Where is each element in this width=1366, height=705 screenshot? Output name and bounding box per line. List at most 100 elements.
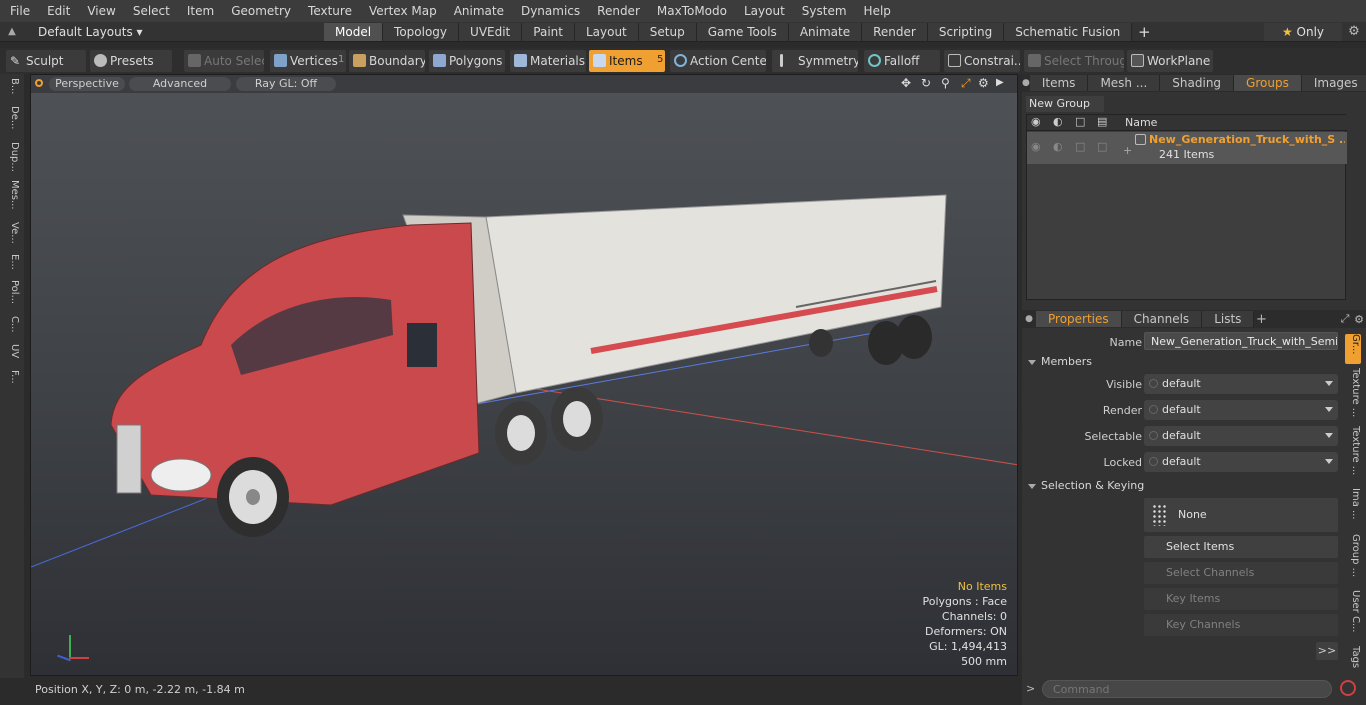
selectable-dropdown[interactable]: default xyxy=(1144,426,1338,446)
vertices-button[interactable]: Vertices xyxy=(270,50,346,72)
tab-topology[interactable]: Topology xyxy=(383,22,460,41)
gear-icon[interactable]: ⚙ xyxy=(1342,24,1366,39)
side-tab-texture-2[interactable]: Texture ... xyxy=(1345,426,1361,484)
more-button[interactable]: >> xyxy=(1316,642,1338,660)
add-properties-tab-icon[interactable]: + xyxy=(1254,312,1268,327)
side-tab-tags[interactable]: Tags xyxy=(1345,646,1361,672)
falloff-button[interactable]: Falloff xyxy=(864,50,940,72)
left-tab-polygon[interactable]: Pol... xyxy=(4,280,20,312)
properties-expand-icon[interactable]: ⤢ xyxy=(1338,312,1352,326)
name-column-header[interactable]: Name xyxy=(1125,116,1157,129)
constraints-button[interactable]: Constrai... xyxy=(944,50,1020,72)
left-tab-mesh[interactable]: Mes... xyxy=(4,180,20,218)
tab-render[interactable]: Render xyxy=(862,22,928,41)
tab-layout[interactable]: Layout xyxy=(574,22,639,41)
left-tab-edge[interactable]: E... xyxy=(4,254,20,276)
properties-menu-dot[interactable]: ● xyxy=(1022,314,1036,324)
group-lock-icon[interactable]: □ xyxy=(1097,140,1107,153)
menu-vertex-map[interactable]: Vertex Map xyxy=(359,0,444,22)
visibility-col-icon[interactable]: ◉ xyxy=(1031,115,1041,128)
tab-properties[interactable]: Properties xyxy=(1036,311,1122,327)
tab-groups[interactable]: Groups xyxy=(1234,75,1302,91)
tab-scripting[interactable]: Scripting xyxy=(927,22,1005,41)
tab-schematic-fusion[interactable]: Schematic Fusion xyxy=(1004,22,1133,41)
render-col-icon[interactable]: ◐ xyxy=(1053,115,1063,128)
expand-group-icon[interactable]: + xyxy=(1123,144,1132,157)
menu-help[interactable]: Help xyxy=(854,0,898,22)
side-tab-group[interactable]: Gr... xyxy=(1345,334,1361,364)
left-tab-duplicate[interactable]: Dup... xyxy=(4,142,20,176)
left-tab-fusion[interactable]: F... xyxy=(4,370,20,396)
layout-menu-icon[interactable]: ▲ xyxy=(0,26,24,37)
menu-maxtomodo[interactable]: MaxToModo xyxy=(647,0,734,22)
materials-button[interactable]: Materials xyxy=(510,50,586,72)
select-through-button[interactable]: Select Through xyxy=(1024,50,1124,72)
side-tab-group-2[interactable]: Group ... xyxy=(1345,534,1361,586)
3d-viewport[interactable]: Perspective Advanced Ray GL: Off ✥ ↻ ⚲ ⤢… xyxy=(30,74,1018,676)
side-tab-user-channels[interactable]: User C... xyxy=(1345,590,1361,642)
new-group-button[interactable]: New Group xyxy=(1026,96,1104,112)
default-layouts-dropdown[interactable]: Default Layouts ▾ xyxy=(24,25,324,39)
tab-channels[interactable]: Channels xyxy=(1121,311,1203,327)
group-render-icon[interactable]: ◐ xyxy=(1053,140,1063,153)
menu-animate[interactable]: Animate xyxy=(444,0,511,22)
tab-paint[interactable]: Paint xyxy=(522,22,575,41)
add-tab-icon[interactable]: + xyxy=(1132,23,1156,41)
truck-model[interactable] xyxy=(110,194,947,537)
select-channels-button[interactable]: Select Channels xyxy=(1144,562,1338,584)
left-tab-curve[interactable]: C... xyxy=(4,316,20,340)
sculpt-button[interactable]: ✎ Sculpt xyxy=(6,50,86,72)
menu-edit[interactable]: Edit xyxy=(37,0,77,22)
left-tab-deform[interactable]: De... xyxy=(4,106,20,138)
tab-setup[interactable]: Setup xyxy=(638,22,697,41)
group-row[interactable]: ◉ ◐ □ □ + New_Generation_Truck_with_S ..… xyxy=(1027,132,1347,164)
items-button[interactable]: Items xyxy=(589,50,665,72)
group-visibility-icon[interactable]: ◉ xyxy=(1031,140,1041,153)
none-button[interactable]: None xyxy=(1144,498,1338,532)
selection-keying-section[interactable]: Selection & Keying xyxy=(1028,477,1340,495)
select-items-button[interactable]: Select Items xyxy=(1144,536,1338,558)
left-tab-vertex[interactable]: Ve... xyxy=(4,222,20,250)
tab-uvedit[interactable]: UVEdit xyxy=(459,22,523,41)
group-select-icon[interactable]: □ xyxy=(1075,140,1085,153)
properties-gear-icon[interactable]: ⚙ xyxy=(1352,313,1366,326)
name-field[interactable]: New_Generation_Truck_with_Semi_Tr xyxy=(1144,332,1338,350)
tab-animate[interactable]: Animate xyxy=(788,22,863,41)
tab-images[interactable]: Images xyxy=(1301,75,1366,91)
only-toggle[interactable]: ★ Only xyxy=(1264,22,1342,41)
menu-view[interactable]: View xyxy=(77,0,122,22)
render-dropdown[interactable]: default xyxy=(1144,400,1338,420)
tab-items[interactable]: Items xyxy=(1029,75,1089,91)
panel-menu-dot[interactable]: ● xyxy=(1022,78,1030,88)
menu-dynamics[interactable]: Dynamics xyxy=(511,0,587,22)
menu-geometry[interactable]: Geometry xyxy=(221,0,298,22)
side-tab-texture-1[interactable]: Texture ... xyxy=(1345,368,1361,422)
tab-game-tools[interactable]: Game Tools xyxy=(696,22,789,41)
command-input[interactable] xyxy=(1042,680,1332,698)
action-center-button[interactable]: Action Center xyxy=(670,50,766,72)
tab-mesh[interactable]: Mesh ... xyxy=(1088,75,1161,91)
left-tab-uv[interactable]: UV xyxy=(4,344,20,366)
visible-dropdown[interactable]: default xyxy=(1144,374,1338,394)
menu-texture[interactable]: Texture xyxy=(298,0,359,22)
tab-lists[interactable]: Lists xyxy=(1202,311,1255,327)
menu-render[interactable]: Render xyxy=(587,0,647,22)
tab-model[interactable]: Model xyxy=(324,22,384,41)
left-tab-basic[interactable]: B... xyxy=(4,78,20,102)
locked-dropdown[interactable]: default xyxy=(1144,452,1338,472)
menu-select[interactable]: Select xyxy=(123,0,177,22)
auto-select-button[interactable]: Auto Select xyxy=(184,50,264,72)
lock-col-icon[interactable]: ▤ xyxy=(1097,115,1107,128)
presets-button[interactable]: Presets xyxy=(90,50,172,72)
key-items-button[interactable]: Key Items xyxy=(1144,588,1338,610)
tab-shading[interactable]: Shading xyxy=(1160,75,1235,91)
select-col-icon[interactable]: □ xyxy=(1075,115,1085,128)
menu-file[interactable]: File xyxy=(0,0,37,22)
side-tab-images[interactable]: Ima ... xyxy=(1345,488,1361,530)
members-section[interactable]: Members xyxy=(1028,353,1340,371)
group-name[interactable]: New_Generation_Truck_with_S ... xyxy=(1149,133,1345,146)
record-icon[interactable] xyxy=(1340,680,1356,696)
menu-layout[interactable]: Layout xyxy=(734,0,792,22)
key-channels-button[interactable]: Key Channels xyxy=(1144,614,1338,636)
symmetry-button[interactable]: Symmetry xyxy=(772,50,858,72)
